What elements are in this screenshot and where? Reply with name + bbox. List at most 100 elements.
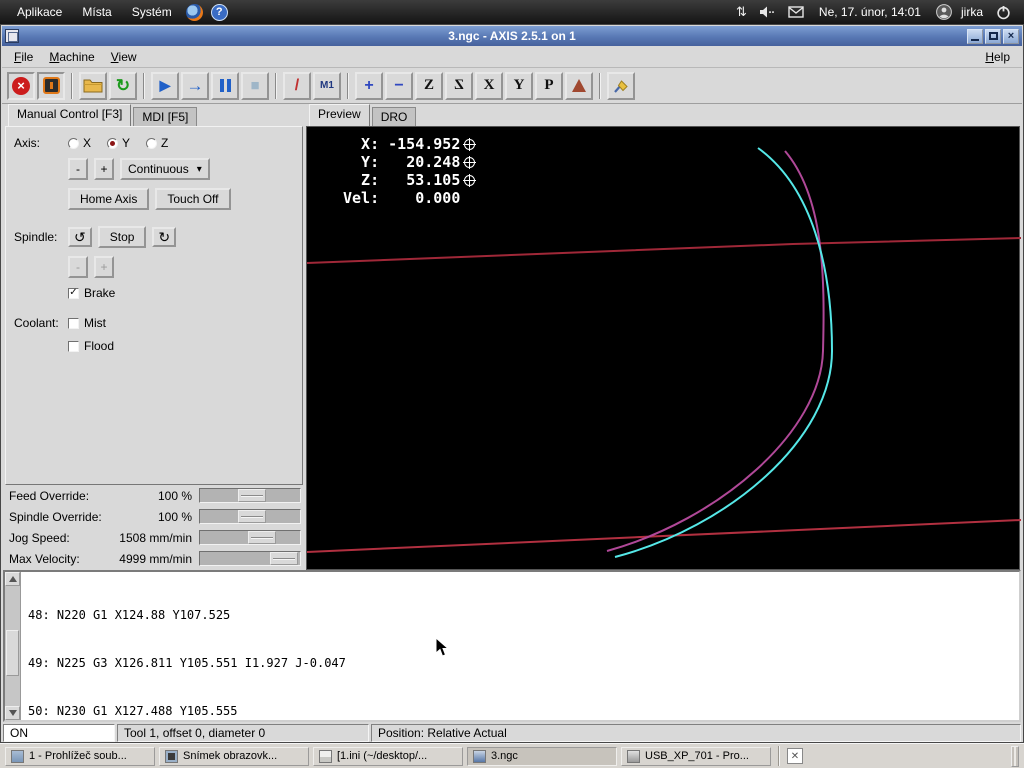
clear-plot-button[interactable] xyxy=(607,72,635,100)
menu-help[interactable]: Help xyxy=(977,47,1018,67)
scroll-down-button[interactable] xyxy=(5,706,20,720)
menu-view[interactable]: View xyxy=(103,47,145,67)
stop-icon: ■ xyxy=(250,77,259,94)
jog-mode-select[interactable]: Continuous ▾ xyxy=(120,158,210,180)
jog-plus-button[interactable]: + xyxy=(94,158,114,180)
preview-canvas[interactable]: X: -154.952 Y: 20.248 Z: 53.105 xyxy=(306,126,1020,570)
tab-preview[interactable]: Preview xyxy=(309,104,370,126)
gcode-line[interactable]: 48:N220 G1 X124.88 Y107.525 xyxy=(28,607,346,623)
slider-thumb[interactable] xyxy=(238,489,266,502)
dro-x-row: X: -154.952 xyxy=(343,135,475,153)
axis-y-radio[interactable]: Y xyxy=(107,136,130,150)
brake-checkbox[interactable]: Brake xyxy=(68,286,115,300)
machine-power-button[interactable] xyxy=(37,72,65,100)
user-icon[interactable] xyxy=(936,4,952,20)
view-x-button[interactable]: X xyxy=(475,72,503,100)
volume-icon[interactable] xyxy=(759,5,776,19)
scrollbar-thumb[interactable] xyxy=(6,630,19,676)
gcode-line[interactable]: 50:N230 G1 X127.488 Y105.555 xyxy=(28,703,346,719)
view-p-button[interactable]: P xyxy=(535,72,563,100)
spindle-slower-button[interactable]: - xyxy=(68,256,88,278)
touch-off-button[interactable]: Touch Off xyxy=(155,188,230,210)
slider-thumb[interactable] xyxy=(270,552,298,565)
spindle-override-value: 100 % xyxy=(158,510,199,524)
clock[interactable]: Ne, 17. únor, 14:01 xyxy=(819,5,921,19)
mail-icon[interactable] xyxy=(788,6,804,18)
zoom-in-icon: + xyxy=(364,77,373,95)
tab-manual-control[interactable]: Manual Control [F3] xyxy=(8,104,131,126)
taskbar-separator xyxy=(778,746,780,766)
task-label: 1 - Prohlížeč soub... xyxy=(29,750,127,762)
close-button[interactable]: × xyxy=(1003,29,1019,44)
gcode-scrollbar[interactable] xyxy=(5,572,21,720)
run-button[interactable]: ▶ xyxy=(151,72,179,100)
jog-mode-value: Continuous xyxy=(128,162,189,176)
open-file-button[interactable] xyxy=(79,72,107,100)
titlebar[interactable]: 3.ngc - AXIS 2.5.1 on 1 × xyxy=(2,26,1022,46)
coolant-label: Coolant: xyxy=(14,316,62,330)
menubar: File Machine View Help xyxy=(2,46,1022,68)
home-axis-button[interactable]: Home Axis xyxy=(68,188,149,210)
tab-mdi[interactable]: MDI [F5] xyxy=(133,107,197,126)
control-pane: Manual Control [F3] MDI [F5] Axis: X Y xyxy=(5,104,303,570)
step-button[interactable]: → xyxy=(181,72,209,100)
applications-menu[interactable]: Aplikace xyxy=(8,2,71,22)
toolbar-separator xyxy=(71,73,73,99)
dro-y-row: Y: 20.248 xyxy=(343,153,475,171)
jog-speed-label: Jog Speed: xyxy=(5,531,70,545)
step-icon: → xyxy=(187,76,204,96)
view-z-button[interactable]: Z xyxy=(415,72,443,100)
feed-override-slider[interactable] xyxy=(199,488,301,503)
taskbar-item-file-browser[interactable]: 1 - Prohlížeč soub... xyxy=(5,747,155,766)
taskbar-item-screenshot[interactable]: Snímek obrazovk... xyxy=(159,747,309,766)
zoom-out-button[interactable]: − xyxy=(385,72,413,100)
jog-minus-button[interactable]: - xyxy=(68,158,88,180)
mist-checkbox[interactable]: Mist xyxy=(68,316,114,330)
jog-speed-slider[interactable] xyxy=(199,530,301,545)
pause-button[interactable] xyxy=(211,72,239,100)
menu-machine[interactable]: Machine xyxy=(41,47,102,67)
optional-pause-button[interactable]: M1 xyxy=(313,72,341,100)
axis-x-radio[interactable]: X xyxy=(68,136,91,150)
scroll-up-button[interactable] xyxy=(5,572,20,586)
skip-lines-button[interactable]: / xyxy=(283,72,311,100)
reload-file-button[interactable]: ↻ xyxy=(109,72,137,100)
stop-button[interactable]: ■ xyxy=(241,72,269,100)
gnome-top-panel: Aplikace Místa Systém ? ⇅ Ne, 17. únor, … xyxy=(0,0,1024,24)
maximize-button[interactable] xyxy=(985,29,1001,44)
estop-button[interactable]: × xyxy=(7,72,35,100)
spindle-stop-button[interactable]: Stop xyxy=(98,226,147,248)
places-menu[interactable]: Místa xyxy=(73,2,120,22)
help-icon[interactable]: ? xyxy=(211,4,228,21)
power-icon[interactable] xyxy=(996,5,1011,20)
tab-dro[interactable]: DRO xyxy=(372,107,417,126)
flood-checkbox[interactable]: Flood xyxy=(68,339,114,353)
menu-file[interactable]: File xyxy=(6,47,41,67)
username[interactable]: jirka xyxy=(961,5,983,19)
spindle-faster-button[interactable]: + xyxy=(94,256,114,278)
spindle-cw-button[interactable]: ↻ xyxy=(152,227,176,247)
dro-y-label: Y: xyxy=(343,153,379,171)
spindle-override-slider[interactable] xyxy=(199,509,301,524)
minimize-button[interactable] xyxy=(967,29,983,44)
axis-z-radio[interactable]: Z xyxy=(146,136,168,150)
spindle-ccw-button[interactable]: ↺ xyxy=(68,227,92,247)
zoom-in-button[interactable]: + xyxy=(355,72,383,100)
gcode-line[interactable]: 49:N225 G3 X126.811 Y105.551 I1.927 J-0.… xyxy=(28,655,346,671)
taskbar-item-axis[interactable]: 3.ngc xyxy=(467,747,617,766)
system-menu[interactable]: Systém xyxy=(123,2,181,22)
slider-thumb[interactable] xyxy=(248,531,276,544)
taskbar-item-usb[interactable]: USB_XP_701 - Pro... xyxy=(621,747,771,766)
firefox-icon[interactable] xyxy=(186,4,203,21)
view-z-back-button[interactable]: Z xyxy=(445,72,473,100)
tray-icon[interactable]: ✕ xyxy=(787,748,803,764)
task-label: Snímek obrazovk... xyxy=(183,750,277,762)
max-velocity-slider[interactable] xyxy=(199,551,301,566)
z-back-view-icon: Z xyxy=(454,77,464,94)
updown-arrows-icon[interactable]: ⇅ xyxy=(736,4,747,20)
rotate-view-button[interactable] xyxy=(565,72,593,100)
view-y-button[interactable]: Y xyxy=(505,72,533,100)
panel-handle[interactable] xyxy=(1011,746,1019,767)
slider-thumb[interactable] xyxy=(238,510,266,523)
taskbar-item-text-editor[interactable]: [1.ini (~/desktop/... xyxy=(313,747,463,766)
